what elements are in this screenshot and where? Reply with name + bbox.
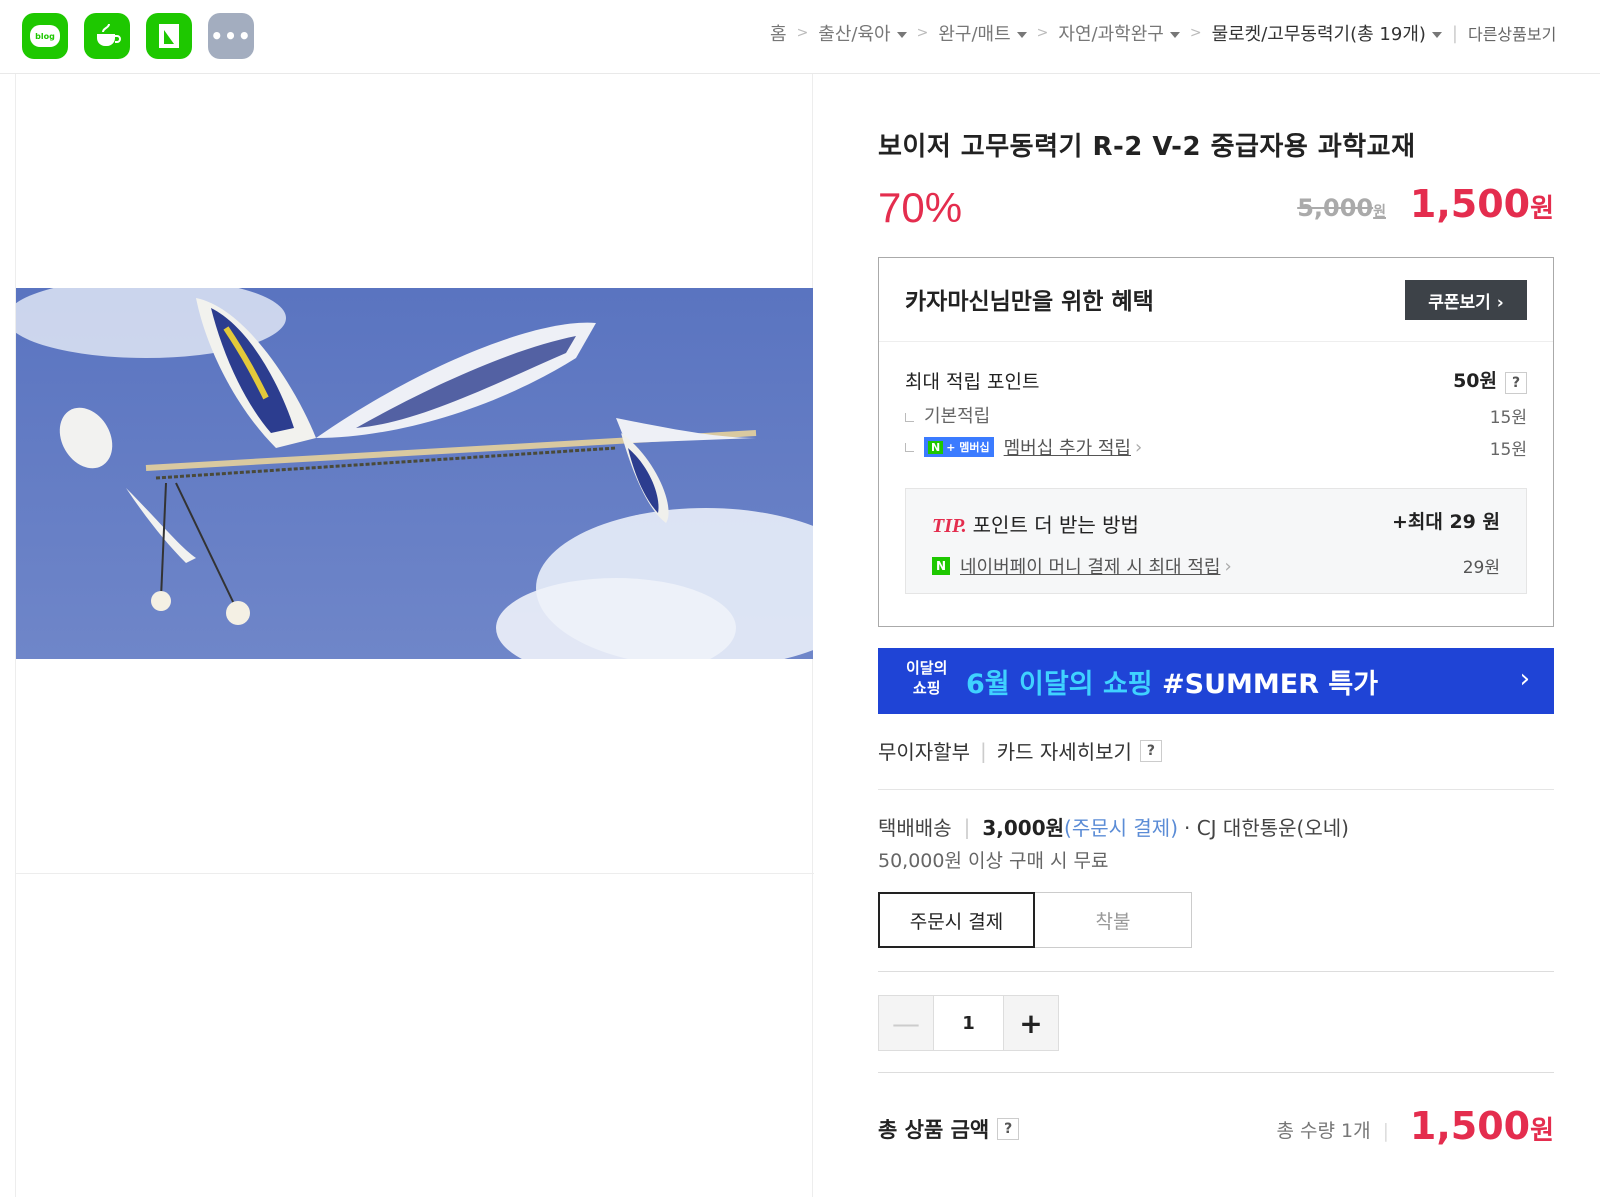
product-image-column — [15, 74, 814, 1197]
membership-points-row: N + 멤버십 멤버십 추가 적립 › 15원 — [905, 434, 1527, 460]
membership-badge: N + 멤버십 — [924, 437, 994, 457]
benefit-box: 카자마신님만을 위한 혜택 쿠폰보기 › 최대 적립 포인트 50원? 기본적립… — [878, 257, 1554, 627]
breadcrumb-sep-icon: > — [1036, 25, 1049, 41]
benefit-title: 카자마신님만을 위한 혜택 — [905, 289, 1154, 315]
npay-link[interactable]: 네이버페이 머니 결제 시 최대 적립 — [960, 553, 1220, 579]
breadcrumb-sep-icon: > — [916, 25, 929, 41]
increase-quantity-button[interactable]: + — [1004, 996, 1058, 1050]
tree-corner-icon — [905, 412, 914, 422]
membership-points-value: 15원 — [1489, 439, 1527, 460]
tip-box: TIP. 포인트 더 받는 방법 +최대 29 원 N 네이버페이 머니 결제 시… — [905, 488, 1527, 594]
tip-title: TIP. 포인트 더 받는 방법 — [932, 513, 1139, 537]
cafe-share-icon[interactable] — [84, 13, 130, 59]
caret-down-icon — [1169, 32, 1180, 38]
max-points-row: 최대 적립 포인트 50원? — [905, 366, 1527, 394]
breadcrumb-cat4[interactable]: 물로켓/고무동력기(총 19개) — [1212, 20, 1442, 46]
chevron-right-icon: › — [1519, 664, 1530, 694]
divider — [878, 971, 1554, 972]
max-points-value: 50원? — [1453, 366, 1527, 394]
share-icons: blog ••• — [22, 13, 254, 59]
basic-points-value: 15원 — [1489, 407, 1527, 428]
tree-corner-icon — [905, 442, 914, 452]
breadcrumb-cat3[interactable]: 자연/과학완구 — [1058, 20, 1180, 46]
sale-price: 1,500원 — [1409, 182, 1554, 226]
bookmark-share-icon[interactable] — [146, 13, 192, 59]
shipping-carrier: · CJ 대한통운(오네) — [1184, 816, 1349, 840]
benefit-header: 카자마신님만을 위한 혜택 쿠폰보기 › — [879, 258, 1553, 342]
shipping-row: 택배배송 | 3,000원 (주문시 결제) · CJ 대한통운(오네) — [878, 812, 1349, 841]
chevron-right-icon: › — [1224, 555, 1232, 577]
npay-points-value: 29원 — [1462, 558, 1500, 578]
shipping-option-cod[interactable]: 착불 — [1035, 892, 1192, 948]
free-shipping-condition: 50,000원 이상 구매 시 무료 — [878, 850, 1109, 872]
top-bar: blog ••• 홈 > 출산/육아 > 완구/매트 > 자연/과학완구 > 물… — [0, 0, 1600, 74]
npay-icon: N — [932, 557, 950, 575]
blog-icon-label: blog — [30, 25, 60, 47]
chevron-right-icon: › — [1135, 436, 1143, 458]
more-share-icon[interactable]: ••• — [208, 13, 254, 59]
shipping-fee-note: (주문시 결제) — [1064, 816, 1178, 840]
shipping-option-prepaid[interactable]: 주문시 결제 — [878, 892, 1035, 948]
quantity-input[interactable]: 1 — [933, 996, 1004, 1050]
monthly-shopping-banner[interactable]: 이달의 쇼핑 6월 이달의 쇼핑 #SUMMER 특가 › — [878, 648, 1554, 714]
banner-badge: 이달의 쇼핑 — [906, 659, 948, 697]
product-image[interactable] — [16, 288, 813, 659]
banner-text: 6월 이달의 쇼핑 #SUMMER 특가 — [966, 669, 1379, 700]
shipping-method: 택배배송 — [878, 816, 952, 840]
basic-points-row: 기본적립 15원 — [905, 402, 1527, 428]
basic-points-label: 기본적립 — [924, 406, 991, 427]
total-count: 총 수량 1개 | — [1276, 1120, 1390, 1142]
npay-row: N 네이버페이 머니 결제 시 최대 적립 › — [932, 553, 1232, 579]
membership-link[interactable]: 멤버십 추가 적립 — [1004, 434, 1131, 460]
caret-down-icon — [1016, 32, 1027, 38]
tip-max-points: +최대 29 원 — [1391, 511, 1500, 533]
product-image-area — [16, 74, 814, 874]
original-price: 5,000원 — [1297, 194, 1386, 222]
breadcrumb-cat1[interactable]: 출산/육아 — [818, 20, 907, 46]
shipping-fee: 3,000원 — [982, 816, 1065, 840]
breadcrumb-sep-icon: > — [1189, 25, 1202, 41]
other-products-link[interactable]: 다른상품보기 — [1468, 21, 1556, 45]
blog-share-icon[interactable]: blog — [22, 13, 68, 59]
installment-row: 무이자할부 | 카드 자세히보기 ? — [878, 736, 1162, 765]
breadcrumb-sep-icon: > — [796, 25, 809, 41]
breadcrumb-home[interactable]: 홈 — [770, 20, 787, 46]
decrease-quantity-button[interactable]: — — [879, 996, 933, 1050]
caret-down-icon — [1431, 32, 1442, 38]
help-icon[interactable]: ? — [1505, 372, 1527, 394]
installment-label: 무이자할부 — [878, 740, 970, 764]
quantity-stepper: — 1 + — [878, 995, 1059, 1051]
breadcrumb-cat2[interactable]: 완구/매트 — [938, 20, 1027, 46]
divider — [878, 1072, 1554, 1073]
max-points-label: 최대 적립 포인트 — [905, 370, 1040, 393]
divider — [878, 789, 1554, 790]
total-price: 1,500원 — [1409, 1104, 1554, 1148]
caret-down-icon — [896, 32, 907, 38]
total-label: 총 상품 금액 ? — [878, 1114, 1020, 1144]
help-icon[interactable]: ? — [997, 1118, 1020, 1140]
discount-rate: 70% — [878, 184, 963, 231]
product-title: 보이저 고무동력기 R-2 V-2 중급자용 과학교재 — [878, 132, 1416, 162]
coupon-button[interactable]: 쿠폰보기 › — [1405, 280, 1527, 320]
help-icon[interactable]: ? — [1139, 739, 1162, 762]
card-detail-link[interactable]: 카드 자세히보기 — [997, 736, 1132, 765]
breadcrumb: 홈 > 출산/육아 > 완구/매트 > 자연/과학완구 > 물로켓/고무동력기(… — [770, 20, 1556, 46]
breadcrumb-divider: | — [1451, 22, 1458, 44]
